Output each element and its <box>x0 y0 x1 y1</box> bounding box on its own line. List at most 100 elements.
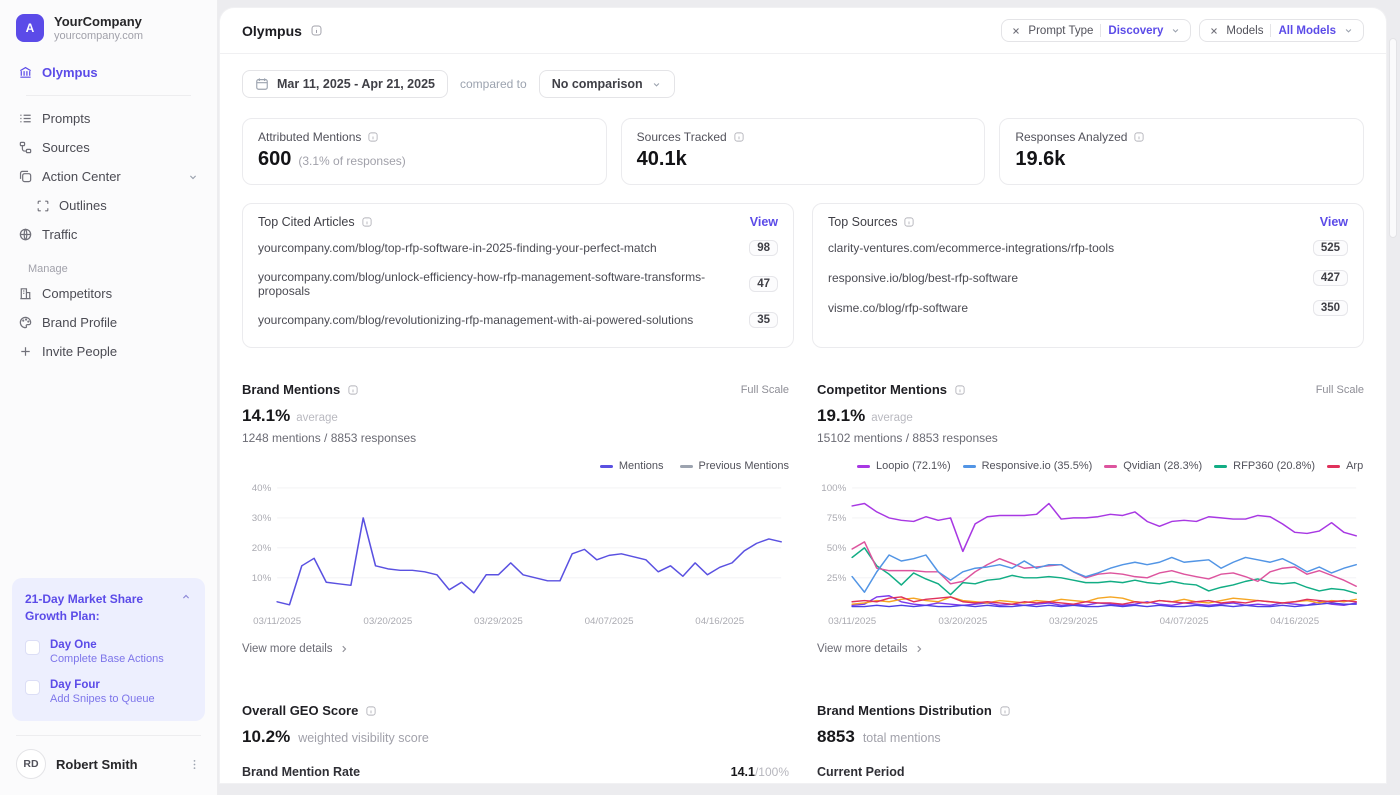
list-item[interactable]: visme.co/blog/rfp-software 350 <box>828 293 1348 323</box>
info-icon[interactable] <box>1133 131 1145 143</box>
comparison-select[interactable]: No comparison <box>538 70 675 98</box>
sidebar-item-label: Sources <box>42 140 90 156</box>
info-icon[interactable] <box>733 131 745 143</box>
period-label: Current Period <box>817 765 905 779</box>
sidebar-item-label: Olympus <box>42 65 98 81</box>
day-four-checkbox[interactable] <box>25 680 40 695</box>
citation-count-badge: 98 <box>749 240 778 256</box>
info-icon[interactable] <box>365 705 377 717</box>
calendar-icon <box>255 77 269 91</box>
close-icon[interactable] <box>1209 26 1219 36</box>
legend-item[interactable]: RFP360 (20.8%) <box>1214 460 1315 472</box>
svg-text:04/16/2025: 04/16/2025 <box>695 616 744 626</box>
chevron-up-icon[interactable] <box>180 591 192 603</box>
sidebar-item-traffic[interactable]: Traffic <box>10 220 207 249</box>
user-account-row[interactable]: RD Robert Smith <box>0 736 217 795</box>
legend-label: Responsive.io (35.5%) <box>981 460 1093 472</box>
total-mentions-label: total mentions <box>862 731 941 745</box>
sidebar-item-label: Action Center <box>42 169 121 185</box>
view-more-label: View more details <box>817 643 908 655</box>
source-count-badge: 427 <box>1312 270 1348 286</box>
legend-item[interactable]: Previous Mentions <box>679 460 789 472</box>
full-scale-toggle[interactable]: Full Scale <box>1316 384 1364 396</box>
sidebar-item-olympus[interactable]: Olympus <box>10 58 207 87</box>
svg-text:03/11/2025: 03/11/2025 <box>253 616 301 626</box>
main-area: Olympus Prompt Type Discovery Models All… <box>218 0 1400 795</box>
avatar: RD <box>16 749 46 779</box>
chart-legend: Loopio (72.1%) Responsive.io (35.5%) Qvi… <box>817 459 1364 473</box>
sidebar-item-competitors[interactable]: Competitors <box>10 279 207 308</box>
kpi-label: Attributed Mentions <box>258 130 362 144</box>
kpi-suffix: (3.1% of responses) <box>298 154 406 168</box>
prompt-type-filter[interactable]: Prompt Type Discovery <box>1001 19 1192 42</box>
view-more-label: View more details <box>242 643 333 655</box>
svg-text:30%: 30% <box>252 513 272 523</box>
sidebar-item-outlines[interactable]: Outlines <box>10 191 207 220</box>
divider <box>26 95 191 97</box>
company-domain: yourcompany.com <box>54 30 144 43</box>
models-filter[interactable]: Models All Models <box>1199 19 1364 42</box>
sidebar-item-brand-profile[interactable]: Brand Profile <box>10 308 207 337</box>
info-icon[interactable] <box>999 705 1011 717</box>
chevron-down-icon[interactable] <box>187 171 199 183</box>
kpi-responses-analyzed: Responses Analyzed 19.6k <box>999 118 1365 185</box>
vertical-scrollbar[interactable] <box>1389 38 1397 238</box>
full-scale-toggle[interactable]: Full Scale <box>741 384 789 396</box>
day-one-checkbox[interactable] <box>25 640 40 655</box>
bank-icon <box>18 65 33 80</box>
date-range-picker[interactable]: Mar 11, 2025 - Apr 21, 2025 <box>242 70 448 98</box>
main-panel: Olympus Prompt Type Discovery Models All… <box>220 8 1386 783</box>
info-icon[interactable] <box>347 384 359 396</box>
sidebar-item-prompts[interactable]: Prompts <box>10 104 207 133</box>
compared-to-label: compared to <box>459 77 527 91</box>
legend-label: Loopio (72.1%) <box>876 460 951 472</box>
filter-value: Discovery <box>1108 24 1164 37</box>
sidebar-item-action-center[interactable]: Action Center <box>10 162 207 191</box>
list-item[interactable]: yourcompany.com/blog/unlock-efficiency-h… <box>258 263 778 305</box>
list-item[interactable]: yourcompany.com/blog/revolutionizing-rfp… <box>258 305 778 335</box>
kebab-menu-icon[interactable] <box>188 758 201 771</box>
sidebar-item-label: Competitors <box>42 286 113 302</box>
info-icon[interactable] <box>367 131 379 143</box>
view-more-details-link[interactable]: View more details <box>242 643 789 655</box>
growth-plan-item: Day Four Add Snipes to Queue <box>25 679 192 705</box>
sidebar-item-label: Brand Profile <box>42 315 118 331</box>
mentions-summary: 1248 mentions / 8853 responses <box>242 431 417 445</box>
list-item[interactable]: responsive.io/blog/best-rfp-software 427 <box>828 263 1348 293</box>
legend-item[interactable]: Responsive.io (35.5%) <box>962 460 1093 472</box>
sidebar-item-sources[interactable]: Sources <box>10 133 207 162</box>
view-link[interactable]: View <box>750 215 778 229</box>
legend-swatch <box>857 464 870 468</box>
mentions-distribution-section: Brand Mentions Distribution 8853 total me… <box>817 703 1364 783</box>
close-icon[interactable] <box>1011 26 1021 36</box>
divider <box>1100 24 1102 37</box>
legend-item[interactable]: Mentions <box>599 460 664 472</box>
info-icon[interactable] <box>903 216 915 228</box>
kpi-value: 40.1k <box>636 148 687 170</box>
growth-item-subtitle: Complete Base Actions <box>50 653 164 665</box>
user-name: Robert Smith <box>56 756 138 772</box>
view-link[interactable]: View <box>1320 215 1348 229</box>
svg-text:100%: 100% <box>821 483 846 493</box>
article-url: yourcompany.com/blog/revolutionizing-rfp… <box>258 313 694 327</box>
info-icon[interactable] <box>954 384 966 396</box>
list-item[interactable]: yourcompany.com/blog/top-rfp-software-in… <box>258 233 778 263</box>
source-url: visme.co/blog/rfp-software <box>828 301 969 315</box>
view-more-details-link[interactable]: View more details <box>817 643 1364 655</box>
brand-mentions-section: Brand Mentions Full Scale 14.1% average 1… <box>242 382 789 655</box>
sidebar-item-label: Invite People <box>42 344 118 360</box>
workspace-switcher[interactable]: A YourCompany yourcompany.com <box>0 0 217 54</box>
info-icon[interactable] <box>310 24 323 37</box>
legend-item[interactable]: Loopio (72.1%) <box>857 460 951 472</box>
legend-item[interactable]: Qvidian (28.3%) <box>1104 460 1202 472</box>
kpi-label: Responses Analyzed <box>1015 130 1128 144</box>
list-item[interactable]: clarity-ventures.com/ecommerce-integrati… <box>828 233 1348 263</box>
comparison-value: No comparison <box>551 77 643 91</box>
charts-row: Brand Mentions Full Scale 14.1% average 1… <box>242 382 1364 655</box>
kpi-attributed-mentions: Attributed Mentions 600 (3.1% of response… <box>242 118 607 185</box>
legend-item[interactable]: Arphie (4.6%) <box>1327 460 1364 472</box>
legend-swatch <box>679 464 693 468</box>
chart-legend: Mentions Previous Mentions <box>242 459 789 473</box>
sidebar-item-invite-people[interactable]: Invite People <box>10 337 207 366</box>
info-icon[interactable] <box>361 216 373 228</box>
